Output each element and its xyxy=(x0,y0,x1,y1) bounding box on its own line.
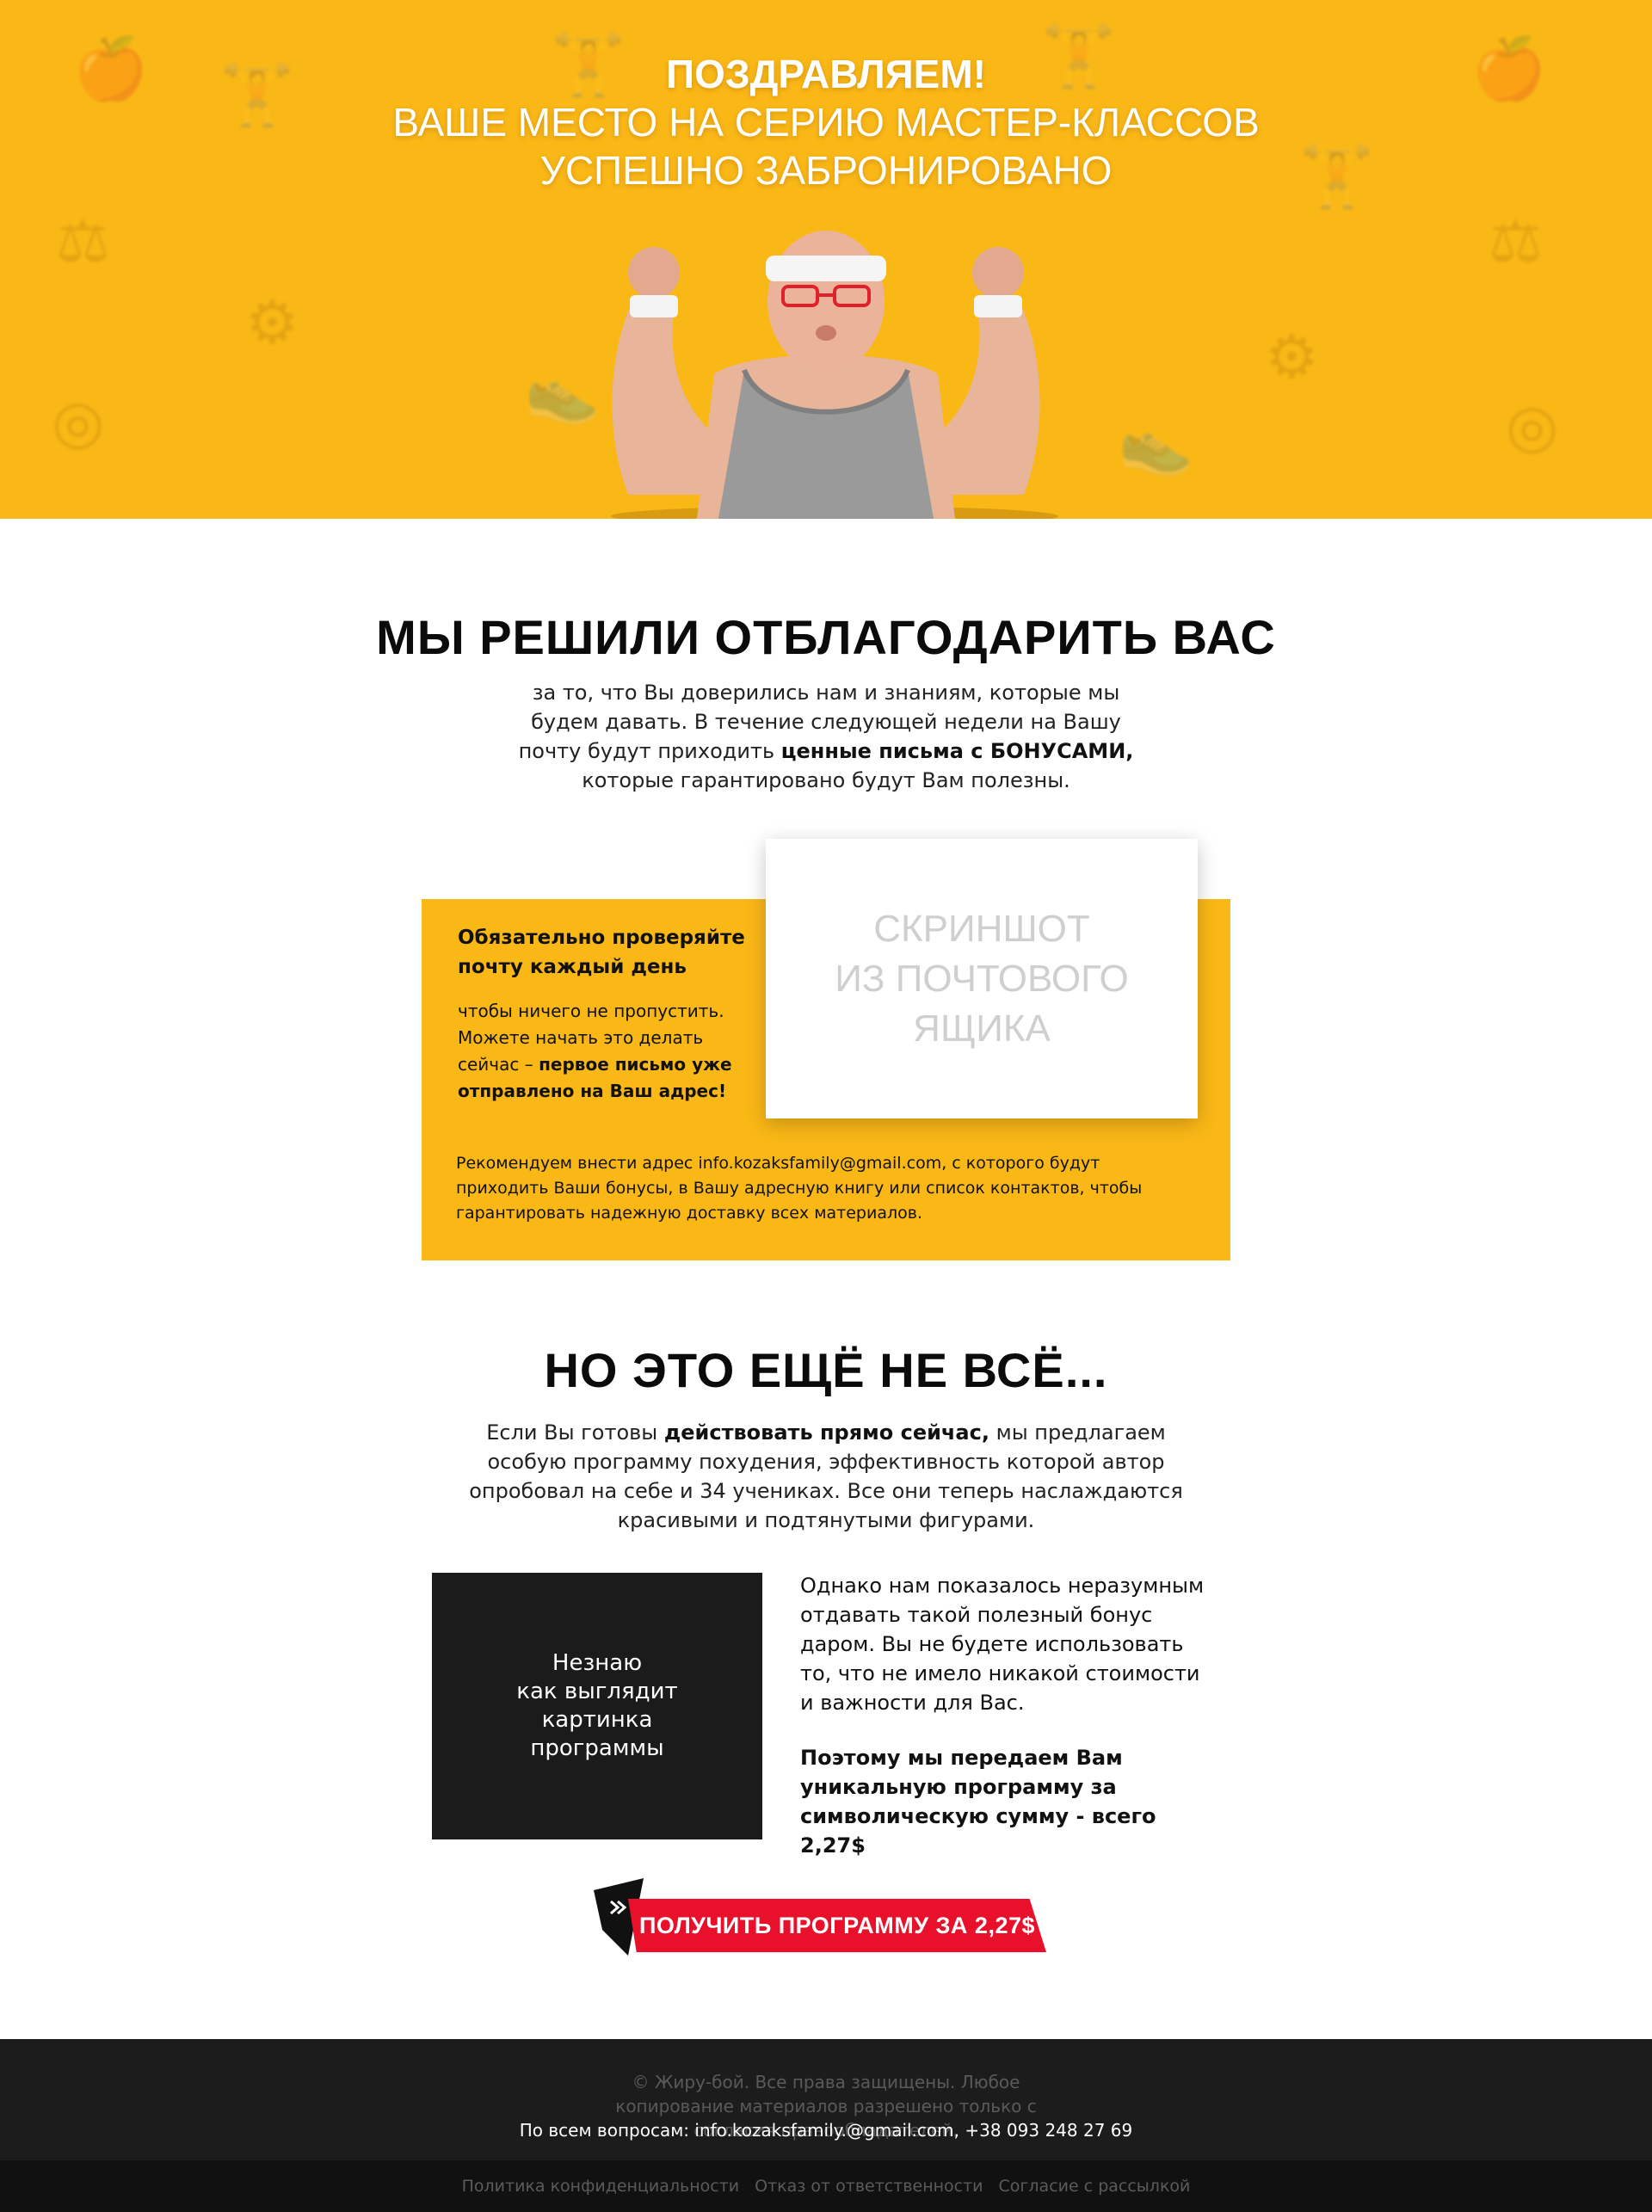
kettlebell-icon: ⚙ xyxy=(1265,322,1319,392)
tape-measure-icon: ◎ xyxy=(52,386,105,457)
privacy-policy-link[interactable]: Политика конфиденциальности xyxy=(462,2177,740,2196)
mailbox-screenshot-placeholder: Скриншот из почтового ящика xyxy=(766,839,1198,1118)
flexing-man-photo xyxy=(611,231,1058,519)
thanks-text-b: которые гарантировано будут Вам полезны. xyxy=(582,768,1070,792)
thanks-text-bold: ценные письма с БОНУСАМИ, xyxy=(780,739,1134,763)
program-image-placeholder: Незнаю как выглядит картинка программы xyxy=(432,1573,762,1839)
mailing-consent-link[interactable]: Согласие с рассылкой xyxy=(999,2177,1191,2196)
sneaker-icon: 👟 xyxy=(1119,408,1194,478)
hero-title-line3: успешно забронировано xyxy=(539,148,1113,193)
offer-text-a: Если Вы готовы xyxy=(486,1420,664,1445)
sneaker-icon: 👟 xyxy=(525,356,601,427)
offer-title: Но это ещё не всё... xyxy=(544,1343,1108,1397)
hero-title-line1: Поздравляем! xyxy=(665,52,987,96)
hero-title: Поздравляем! Ваше место на серию мастер-… xyxy=(0,50,1652,194)
disclaimer-link[interactable]: Отказ от ответственности xyxy=(755,2177,983,2196)
footer-links: Политика конфиденциальности Отказ от отв… xyxy=(0,2160,1652,2212)
offer-text-bold: действовать прямо сейчас, xyxy=(663,1420,989,1445)
offer-side-text: Однако нам показалось неразумным отдават… xyxy=(800,1574,1205,1715)
get-program-button[interactable]: Получить программу за 2,27$ xyxy=(628,1899,1046,1952)
mailbox-text: чтобы ничего не пропустить. Можете начат… xyxy=(458,998,733,1105)
footer: © Жиру-бой. Все права защищены. Любое ко… xyxy=(0,2039,1652,2160)
kettlebell-icon: ⚙ xyxy=(245,287,299,358)
tape-measure-icon: ◎ xyxy=(1506,391,1559,461)
hero-banner: 🍎 🏋 ⚖ ⚙ ◎ 👟 🏋 🍎 🏋 ⚖ ⚙ ◎ 👟 🏋 Поздравляем!… xyxy=(0,0,1652,519)
screenshot-placeholder-text: Скриншот из почтового ящика xyxy=(835,907,1129,1050)
offer-text: Если Вы готовы действовать прямо сейчас,… xyxy=(465,1418,1187,1535)
thanks-text: за то, что Вы доверились нам и знаниям, … xyxy=(499,678,1153,795)
hero-title-line2: Ваше место на серию мастер-классов xyxy=(392,100,1260,145)
cta-wrapper: Получить программу за 2,27$ xyxy=(594,1878,1058,1956)
program-image-text: Незнаю как выглядит картинка программы xyxy=(516,1650,678,1761)
scale-icon: ⚖ xyxy=(1489,206,1543,276)
mailbox-title: Обязательно проверяйте почту каждый день xyxy=(458,927,745,978)
mailbox-note: Рекомендуем внести адрес info.kozaksfami… xyxy=(456,1154,1143,1223)
scale-icon: ⚖ xyxy=(56,206,110,276)
thanks-title: Мы решили отблагодарить вас xyxy=(376,610,1276,664)
offer-side-bold: Поэтому мы передаем Вам уникальную прогр… xyxy=(800,1746,1156,1858)
footer-contacts: По всем вопросам: info.kozaksfamily.@gma… xyxy=(519,2120,1133,2141)
